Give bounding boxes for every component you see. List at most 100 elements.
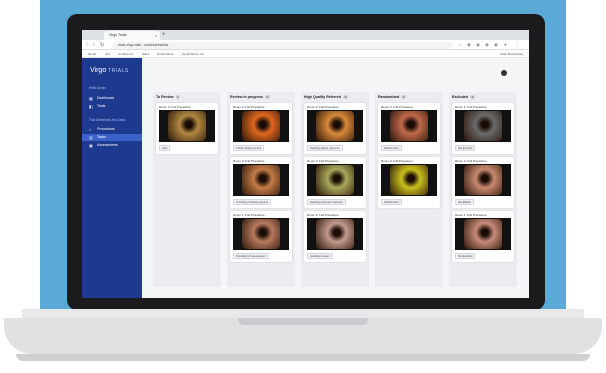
endoscopy-image [242, 111, 280, 141]
task-card[interactable]: Room 1: Full Procedure Not Enrolled [452, 103, 514, 154]
column-title-text: To Review [156, 95, 174, 99]
assessments-icon: ▣ [89, 143, 93, 148]
procedure-thumbnail [159, 110, 215, 142]
url-input[interactable]: trials.virgo.site/...column/reviews [112, 41, 452, 49]
task-card[interactable]: Room 2: Full Procedure Randomized [378, 103, 440, 154]
extension-icon[interactable]: ◉ [476, 41, 480, 49]
card-title: Room 2: Full Procedure [307, 105, 339, 109]
procedure-thumbnail [233, 164, 289, 196]
endoscopy-image [464, 111, 502, 141]
endoscopy-image [242, 219, 280, 249]
procedure-thumbnail [233, 110, 289, 142]
star-icon[interactable]: ☆ [458, 41, 462, 49]
procedure-thumbnail [455, 218, 511, 250]
browser-tab[interactable]: Virgo Trials × [104, 31, 160, 40]
browser-tab-bar: Virgo Trials × + [82, 30, 529, 46]
task-card[interactable]: Room 1: Full Procedure Providing UX asses… [230, 211, 292, 262]
back-icon[interactable]: ‹ [86, 41, 88, 49]
sidebar-section-trial: Trial Definitions And Data [89, 118, 125, 122]
card-title: Room 3: Full Procedure [159, 105, 191, 109]
status-tag: Awaiting physician response [307, 199, 346, 205]
bookmarks-bar: Gmail Jira Confluence Slack Portal Admin… [82, 50, 529, 58]
task-card[interactable]: Room 2: Full Procedure Randomized [378, 157, 440, 208]
sidebar-item-assessments[interactable]: ▣ Assessments [82, 142, 142, 149]
task-card[interactable]: Room 1: Full Procedure Not Enrolled [452, 211, 514, 262]
procedure-thumbnail [307, 218, 363, 250]
kanban-column: To Review 1 Room 3: Full Procedure Start [153, 92, 221, 287]
column-title-text: High Quality Referred [304, 95, 341, 99]
status-tag: Start [159, 145, 171, 151]
sidebar-item-tasks[interactable]: ▤ Tasks [82, 134, 142, 141]
sidebar-item-procedures[interactable]: ⌂ Procedures [82, 126, 142, 133]
column-count-badge: 3 [264, 95, 270, 99]
task-card[interactable]: Room 2: Full Procedure Check related cont… [230, 103, 292, 154]
bookmark[interactable]: Portal Admin V2 [182, 50, 204, 58]
card-title: Room 2: Full Procedure [455, 159, 487, 163]
bookmark[interactable]: Confluence [118, 50, 133, 58]
laptop-notch [238, 318, 368, 325]
extension-icon[interactable]: ◉ [494, 41, 498, 49]
tasks-icon: ▤ [89, 135, 93, 140]
endoscopy-image [464, 219, 502, 249]
card-title: Room 1: Full Procedure [233, 213, 265, 217]
card-title: Room 2: Full Procedure [307, 159, 339, 163]
column-title: Review in progress 3 [230, 95, 270, 99]
sidebar-section-user: Hello Admin [89, 86, 107, 90]
endoscopy-image [168, 111, 206, 141]
kanban-column: Review in progress 3 Room 2: Full Procedur… [227, 92, 295, 287]
bookmark[interactable]: Jira [105, 50, 110, 58]
logo: Virgo TRIALS [90, 67, 129, 74]
sidebar-item-label: Tasks [97, 135, 106, 139]
column-title-text: Randomized [378, 95, 400, 99]
card-title: Room 2: Full Procedure [381, 105, 413, 109]
task-card[interactable]: Room 2: Full Procedure Awaiting patient r… [304, 103, 366, 154]
status-tag: Check related content [233, 145, 265, 151]
endoscopy-image [464, 165, 502, 195]
menu-icon[interactable]: ⋮ [515, 41, 520, 49]
new-tab-icon[interactable]: + [162, 30, 166, 40]
extension-icon[interactable]: ◉ [485, 41, 489, 49]
column-count-badge: 1 [175, 95, 181, 99]
task-card[interactable]: Room 2: Full Procedure Awaiting consent [304, 211, 366, 262]
sidebar-item-label: Trials [97, 104, 106, 108]
status-tag: Randomized [381, 145, 402, 151]
address-bar-row: ‹ › ↻ trials.virgo.site/...column/review… [82, 40, 529, 50]
status-tag: Randomized [381, 199, 402, 205]
status-tag: Not Eligible [455, 199, 475, 205]
forward-icon[interactable]: › [93, 41, 95, 49]
column-title: To Review 1 [156, 95, 181, 99]
sidebar-item-label: Dashboard [97, 96, 115, 100]
task-card[interactable]: Room 3: Full Procedure Start [156, 103, 218, 154]
column-title: Randomized 2 [378, 95, 407, 99]
kanban-column: High Quality Referred 3 Room 2: Full Proce… [301, 92, 369, 287]
column-title-text: Review in progress [230, 95, 263, 99]
bookmark[interactable]: Gmail [88, 50, 96, 58]
task-card[interactable]: Room 3: Full Procedure Providing confusin… [230, 157, 292, 208]
main: To Review 1 Room 3: Full Procedure Start Rev… [142, 58, 529, 298]
sidebar-item-label: Assessments [97, 143, 118, 147]
endoscopy-image [316, 219, 354, 249]
endoscopy-image [316, 165, 354, 195]
other-bookmarks[interactable]: Other Bookmarks [500, 50, 523, 58]
column-title-text: Excluded [452, 95, 468, 99]
sidebar-item-dashboard[interactable]: ▦ Dashboard [82, 95, 142, 102]
sidebar-item-trials[interactable]: ◧ Trials [82, 103, 142, 110]
extension-icon[interactable]: ◉ [467, 41, 471, 49]
status-tag: Not Enrolled [455, 145, 476, 151]
column-count-badge: 3 [469, 95, 475, 99]
app: Virgo TRIALS Hello Admin ▦ Dashboard ◧ T… [82, 58, 529, 298]
bookmark[interactable]: Portal Admin [157, 50, 174, 58]
screen: Virgo Trials × + ‹ › ↻ trials.virgo.site… [82, 30, 529, 298]
tab-close-icon[interactable]: × [155, 31, 157, 40]
tab-title: Virgo Trials [109, 33, 127, 37]
bookmark[interactable]: Slack [142, 50, 149, 58]
profile-icon[interactable]: ● [504, 41, 507, 49]
user-avatar[interactable] [501, 70, 507, 76]
reload-icon[interactable]: ↻ [100, 41, 104, 49]
procedure-thumbnail [455, 164, 511, 196]
dashboard-icon: ▦ [89, 96, 93, 101]
task-card[interactable]: Room 2: Full Procedure Not Eligible [452, 157, 514, 208]
card-title: Room 1: Full Procedure [455, 105, 487, 109]
task-card[interactable]: Room 2: Full Procedure Awaiting physician… [304, 157, 366, 208]
procedure-thumbnail [233, 218, 289, 250]
